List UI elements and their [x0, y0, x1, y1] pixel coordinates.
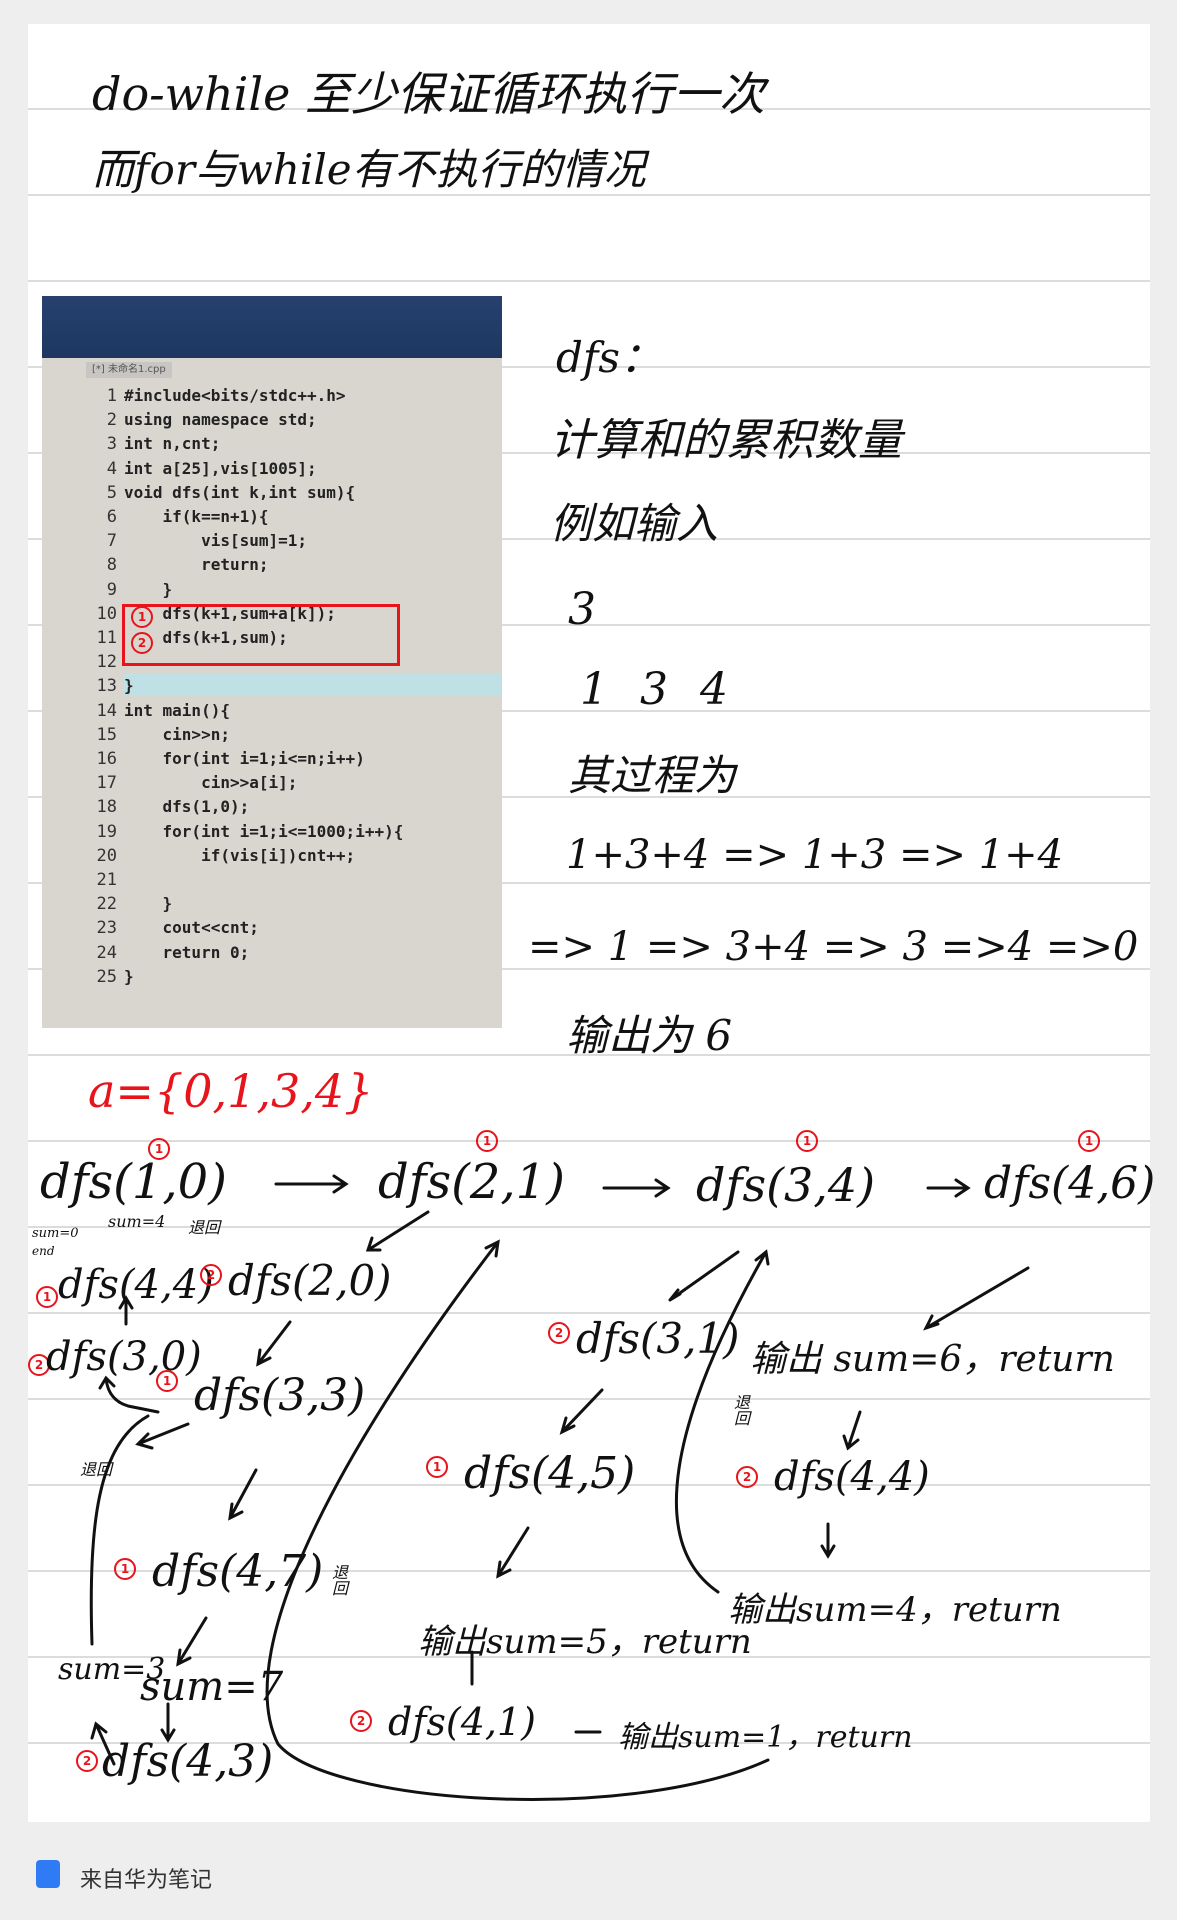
footer-source: 来自华为笔记: [80, 1868, 213, 1893]
line-number: 19: [96, 821, 117, 842]
code-line: vis[sum]=1;: [124, 531, 308, 551]
line-number: 1: [106, 386, 117, 406]
code-line: cout<<cnt;: [124, 918, 259, 938]
line-number: 20: [96, 845, 117, 866]
window-titlebar: [42, 296, 502, 358]
code-line: return;: [124, 555, 269, 575]
line-number: 6: [106, 507, 117, 527]
code-line: for(int i=1;i<=1000;i++){: [124, 821, 404, 841]
line-gutter: 1 2 3 4 5 6 7 8 9 10 11 12 13 14 15 16 17 18 19 20 21 22 23 24 2…: [42, 386, 117, 1018]
line-number: 7: [106, 531, 117, 552]
tab-file[interactable]: [*] 未命名1.cpp: [86, 362, 172, 378]
line-number: 5: [106, 482, 117, 503]
code-line: }: [124, 894, 173, 914]
code-mark-2: 2: [131, 632, 153, 654]
line-number: 23: [96, 918, 117, 939]
line-number: 21: [96, 870, 117, 890]
code-line: dfs(1,0);: [124, 797, 250, 817]
line-number: 15: [96, 724, 117, 745]
highlight-box: [122, 604, 400, 666]
line-number: 14: [96, 700, 117, 721]
line-number: 22: [96, 894, 117, 915]
code-line: cin>>n;: [124, 724, 230, 744]
code-line: }: [124, 676, 134, 696]
footer: 来自华为笔记: [0, 1846, 1177, 1906]
line-number: 3: [106, 434, 117, 455]
code-mark-1: 1: [131, 606, 153, 628]
code-line: return 0;: [124, 942, 250, 962]
code-line: cin>>a[i];: [124, 773, 298, 793]
line-number: 8: [106, 555, 117, 576]
code-line: }: [124, 966, 134, 986]
line-number: 24: [96, 942, 117, 963]
line-number: 2: [106, 410, 117, 431]
line-number: 25: [96, 966, 117, 987]
line-number: 16: [96, 749, 117, 769]
current-line-highlight: [124, 674, 502, 696]
huawei-notes-icon: [36, 1860, 60, 1888]
line-number: 4: [106, 458, 117, 479]
line-number: 12: [96, 652, 117, 673]
code-line: #include<bits/stdc++.h>: [124, 386, 346, 405]
code-line: int main(){: [124, 700, 230, 720]
line-number: 18: [96, 797, 117, 818]
line-number: 9: [106, 579, 117, 600]
code-line: }: [124, 579, 173, 599]
line-number: 17: [96, 773, 117, 794]
line-number: 10: [96, 603, 117, 624]
line-number: 11: [96, 628, 117, 648]
code-line: if(k==n+1){: [124, 507, 269, 526]
code-line: int a[25],vis[1005];: [124, 458, 317, 478]
code-line: int n,cnt;: [124, 434, 221, 454]
code-line: using namespace std;: [124, 410, 317, 430]
code-line: for(int i=1;i<=n;i++): [124, 749, 365, 768]
code-line: if(vis[i])cnt++;: [124, 845, 356, 865]
code-line: void dfs(int k,int sum){: [124, 482, 356, 502]
line-number: 13: [96, 676, 117, 697]
